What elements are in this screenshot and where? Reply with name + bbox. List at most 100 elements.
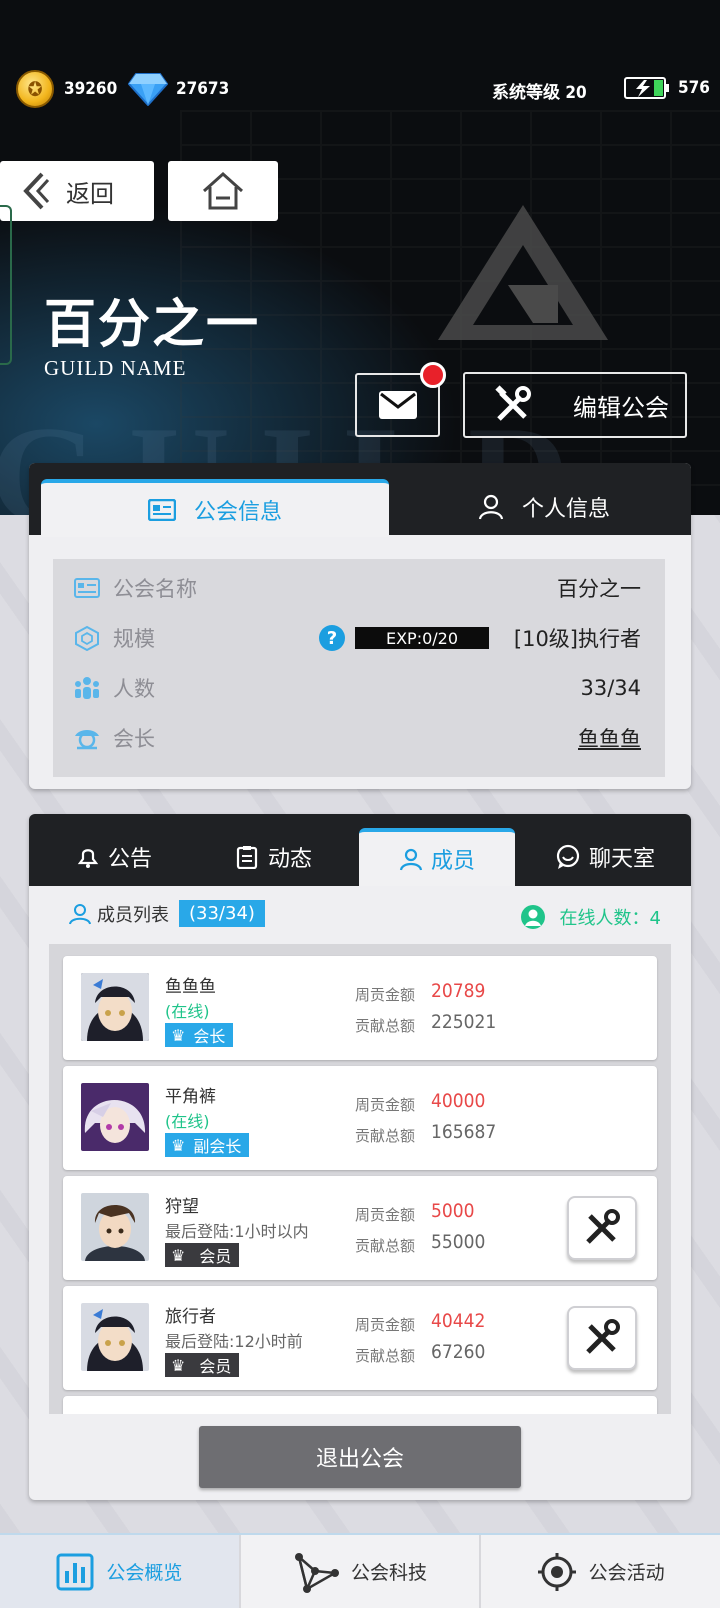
- info-members-label: 人数: [113, 677, 155, 701]
- chart-icon: [56, 1553, 94, 1591]
- leader-icon: [73, 724, 101, 752]
- member-status: 最后登陆:12小时前: [165, 1332, 303, 1351]
- bell-icon: [77, 849, 99, 868]
- member-role-badge: ♛ 会员: [165, 1353, 240, 1377]
- battery-icon: [624, 77, 669, 99]
- nav-guild-events[interactable]: 公会活动: [481, 1535, 720, 1608]
- tab-activity-label: 动态: [267, 847, 312, 872]
- tab-notice-label: 公告: [107, 847, 152, 872]
- quit-guild-button[interactable]: 退出公会: [199, 1426, 521, 1488]
- tab-members-label: 成员: [430, 849, 475, 874]
- info-row-name: 公会名称 百分之一: [53, 563, 665, 613]
- bottom-nav: 公会概览 公会科技 公会活动: [0, 1533, 720, 1608]
- back-label: 返回: [66, 179, 114, 208]
- gold-counter: ✪ 39260: [16, 70, 117, 108]
- back-button[interactable]: 返回: [0, 161, 154, 221]
- info-leader-label: 会长: [113, 727, 155, 751]
- tools-icon: [495, 385, 531, 421]
- energy-value: 576: [678, 78, 710, 98]
- crown-icon: ♛: [171, 1135, 186, 1155]
- tab-personal-info[interactable]: 个人信息: [399, 479, 689, 535]
- avatar: [81, 1083, 149, 1151]
- member-name: 鱼鱼鱼: [165, 977, 216, 997]
- member-role-badge: ♛ 副会长: [165, 1133, 250, 1157]
- info-scale-label: 规模: [113, 627, 155, 651]
- network-icon: [293, 1551, 339, 1593]
- nav-guild-tech[interactable]: 公会科技: [241, 1535, 482, 1608]
- side-drawer-handle[interactable]: [0, 205, 12, 365]
- online-count-label: 在线人数：4: [559, 908, 661, 929]
- notification-dot: [420, 362, 446, 388]
- info-row-leader: 会长 鱼鱼鱼: [53, 713, 665, 763]
- clipboard-icon: [236, 846, 258, 869]
- person-icon: [399, 848, 423, 871]
- back-arrow-icon: [23, 172, 50, 210]
- help-icon[interactable]: ?: [319, 625, 345, 651]
- weekly-label: 周贡金额: [355, 1206, 416, 1224]
- guild-title: 百分之一: [44, 294, 261, 355]
- info-row-members: 人数 33/34: [53, 663, 665, 713]
- avatar: [81, 973, 149, 1041]
- home-button[interactable]: [168, 161, 278, 221]
- weekly-value: 40442: [431, 1310, 486, 1332]
- tab-chat[interactable]: 聊天室: [525, 828, 685, 886]
- info-leader-link[interactable]: 鱼鱼鱼: [578, 723, 641, 753]
- member-row[interactable]: 鱼鱼鱼 (在线) ♛ 会长 周贡金额 20789 贡献总额 225021: [63, 956, 657, 1060]
- tab-guild-info-label: 公会信息: [193, 500, 282, 525]
- guild-info-card: 公会信息 个人信息 公会名称 百分之一 规模 ? EXP:0/20 [10级]执…: [29, 463, 691, 789]
- chat-bubble-icon: [556, 844, 580, 869]
- member-name: 狩望: [165, 1197, 199, 1217]
- total-label: 贡献总额: [355, 1237, 416, 1255]
- mail-icon: [378, 391, 417, 419]
- manage-member-button[interactable]: [567, 1306, 637, 1370]
- nav-guild-overview[interactable]: 公会概览: [0, 1535, 241, 1608]
- tab-notice[interactable]: 公告: [39, 828, 189, 886]
- diamond-counter: 27673: [128, 72, 229, 106]
- home-icon: [202, 171, 244, 210]
- member-count-badge: (33/34): [179, 900, 265, 927]
- member-row[interactable]: 旅行者 最后登陆:12小时前 ♛ 会员 周贡金额 40442 贡献总额 67260: [63, 1286, 657, 1390]
- edit-guild-label: 编辑公会: [573, 393, 669, 422]
- total-value: 225021: [431, 1011, 497, 1033]
- manage-member-button[interactable]: [567, 1196, 637, 1260]
- online-user-icon: [520, 905, 545, 929]
- member-list-header: 成员列表 (33/34): [69, 900, 265, 927]
- total-value: 55000: [431, 1231, 486, 1253]
- energy-counter: 576: [624, 76, 710, 100]
- member-row[interactable]: 狩望 最后登陆:1小时以内 ♛ 会员 周贡金额 5000 贡献总额 55000: [63, 1176, 657, 1280]
- member-row[interactable]: 平角裤 (在线) ♛ 副会长 周贡金额 40000 贡献总额 165687: [63, 1066, 657, 1170]
- cube-icon: [73, 624, 101, 652]
- weekly-label: 周贡金额: [355, 986, 416, 1004]
- person-icon: [69, 903, 91, 924]
- member-list-title: 成员列表: [97, 904, 169, 926]
- info-name-value: 百分之一: [557, 577, 641, 601]
- total-value: 165687: [431, 1121, 497, 1143]
- member-status: (在线): [165, 1112, 210, 1131]
- guild-subtitle: GUILD NAME: [44, 356, 187, 380]
- weekly-value: 40000: [431, 1090, 486, 1112]
- tab-chat-label: 聊天室: [588, 847, 655, 872]
- member-status: 最后登陆:1小时以内: [165, 1222, 309, 1241]
- exp-bar: EXP:0/20: [355, 627, 489, 649]
- edit-guild-button[interactable]: 编辑公会: [463, 372, 687, 438]
- nav-guild-events-label: 公会活动: [588, 1562, 665, 1584]
- weekly-value: 20789: [431, 980, 486, 1002]
- member-row[interactable]: [63, 1396, 657, 1414]
- id-card-icon: [73, 574, 101, 602]
- crown-icon: ♛: [171, 1245, 186, 1265]
- tab-activity[interactable]: 动态: [199, 828, 349, 886]
- member-list[interactable]: 鱼鱼鱼 (在线) ♛ 会长 周贡金额 20789 贡献总额 225021 平角裤 …: [49, 944, 671, 1414]
- member-name: 旅行者: [165, 1307, 216, 1327]
- nav-guild-overview-label: 公会概览: [106, 1562, 183, 1584]
- info-name-label: 公会名称: [113, 577, 197, 601]
- info-scale-value: [10级]执行者: [513, 627, 641, 651]
- tab-members[interactable]: 成员: [359, 828, 515, 886]
- tab-guild-info[interactable]: 公会信息: [41, 479, 389, 537]
- target-icon: [537, 1552, 577, 1592]
- people-icon: [73, 674, 101, 702]
- guild-emblem-icon: [438, 205, 608, 340]
- member-role-badge: ♛ 会员: [165, 1243, 240, 1267]
- total-label: 贡献总额: [355, 1347, 416, 1365]
- weekly-label: 周贡金额: [355, 1316, 416, 1334]
- total-value: 67260: [431, 1341, 486, 1363]
